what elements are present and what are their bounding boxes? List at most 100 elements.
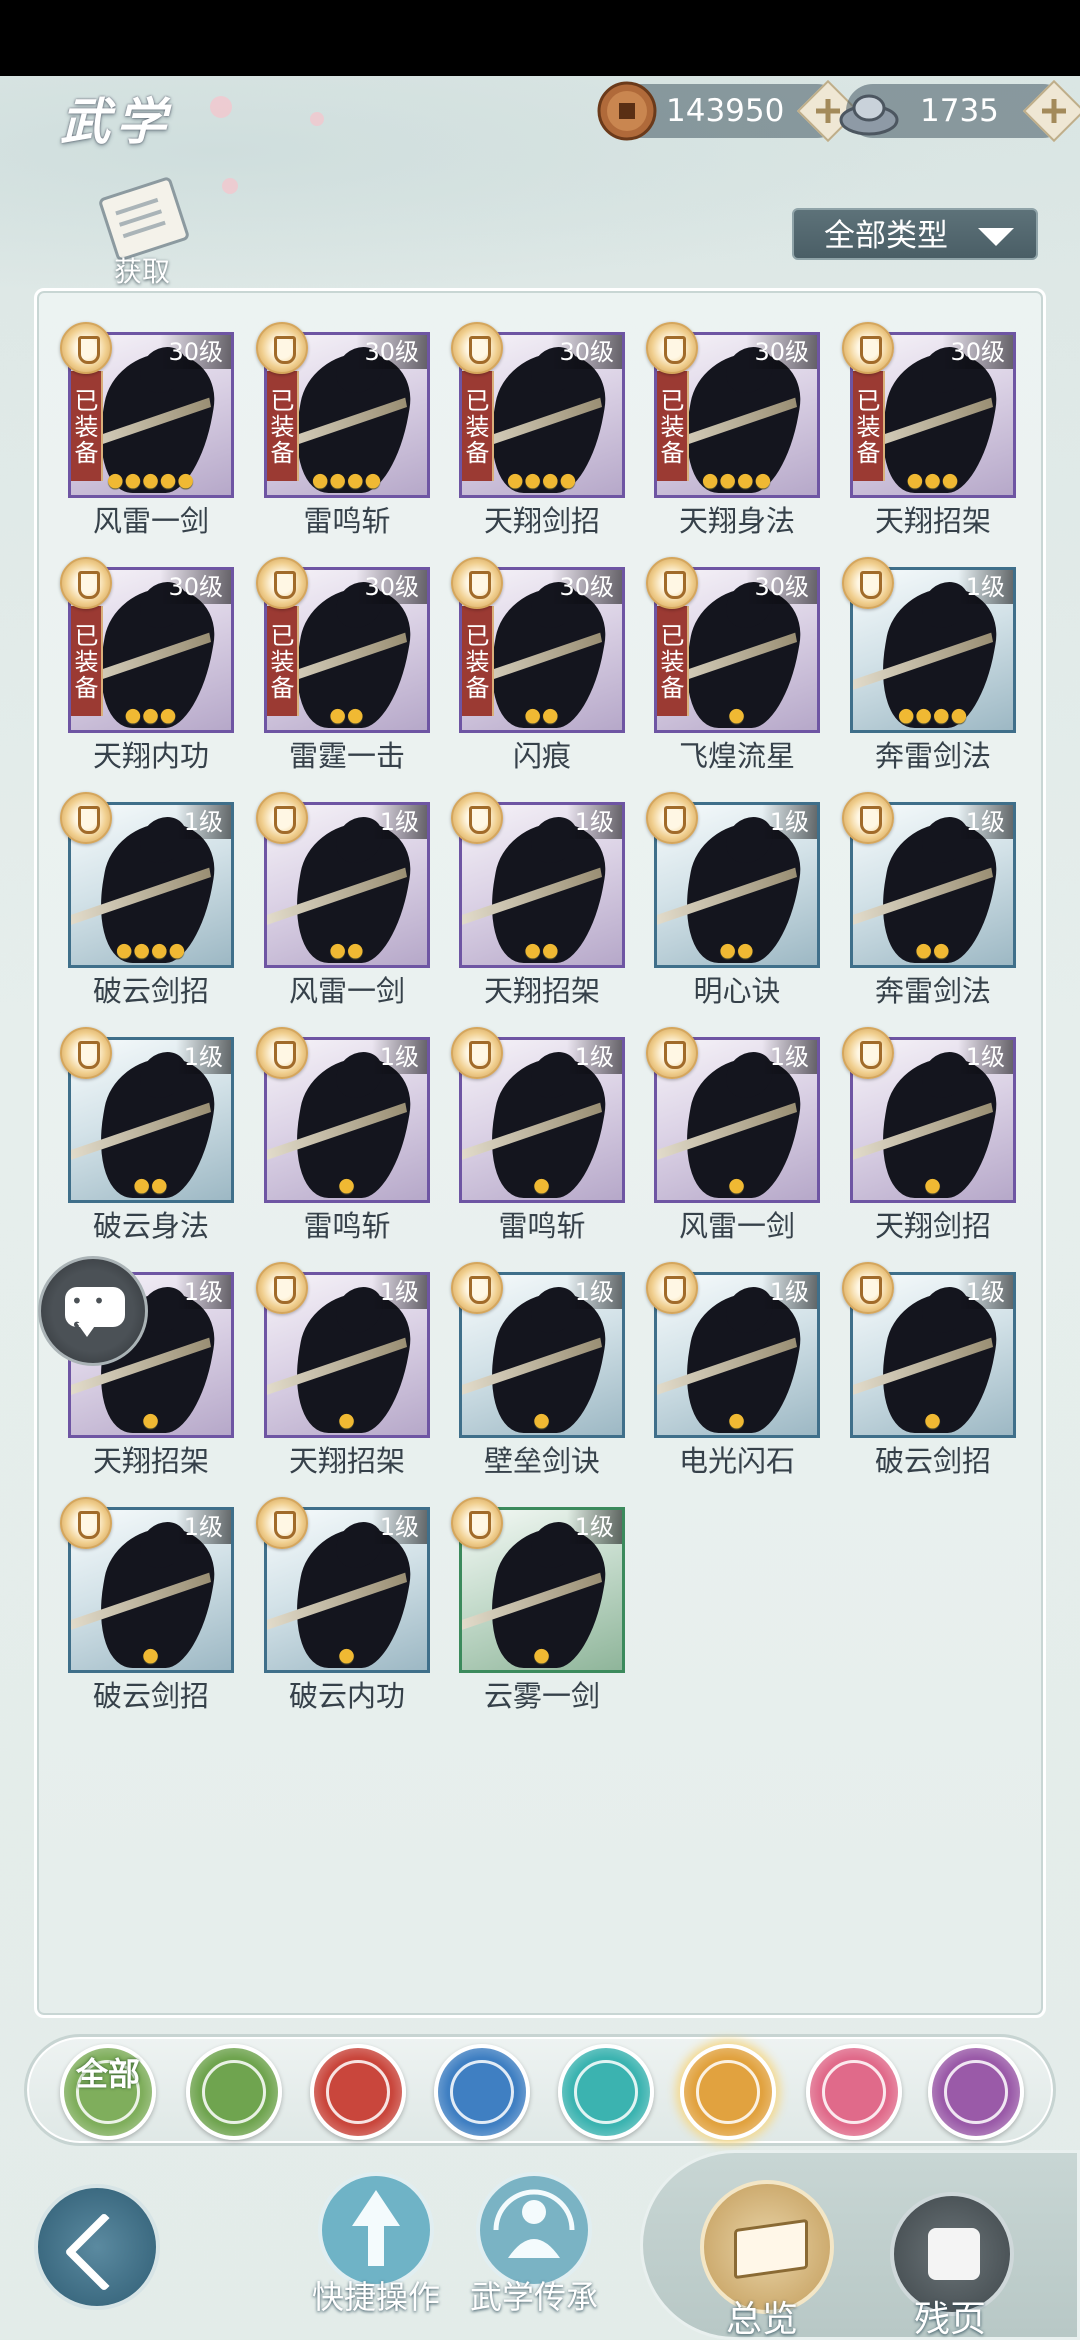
skill-item[interactable]: 30级 已装备 ●●●● 天翔身法 [646,322,820,538]
shield-badge-icon [451,1497,503,1549]
star-rating: ●●●● [506,469,578,491]
star-rating: ●● [329,939,365,961]
skill-level: 30级 [356,570,427,604]
skill-item[interactable]: 1级 ● 电光闪石 [646,1262,820,1478]
skill-name: 闪痕 [512,739,571,773]
skill-item[interactable]: 1级 ● 云雾一剑 [451,1497,625,1713]
type-filter-moon-icon[interactable] [806,2044,902,2140]
star-rating: ●●●● [115,939,187,961]
skill-item[interactable]: 1级 ● 风雷一剑 [646,1027,820,1243]
skill-item[interactable]: 1级 ● 雷鸣斩 [256,1027,430,1243]
skill-level: 1级 [175,1040,231,1074]
wave-icon [450,2060,514,2124]
copper-coin-icon [597,81,657,141]
skill-level: 1级 [566,1275,622,1309]
shield-badge-icon [60,557,112,609]
blossom-decoration [310,112,324,126]
skill-level: 1级 [761,1040,817,1074]
skill-item[interactable]: 1级 ●● 破云身法 [60,1027,234,1243]
skill-name: 天翔招架 [874,504,991,538]
skill-item[interactable]: 30级 已装备 ●● 闪痕 [451,557,625,773]
skill-name: 奔雷剑法 [874,739,991,773]
skill-item[interactable]: 1级 ● 破云剑招 [60,1497,234,1713]
skill-item[interactable]: 1级 ●●●● 破云剑招 [60,792,234,1008]
type-filter-butterfly-icon[interactable] [558,2044,654,2140]
skill-item[interactable]: 1级 ● 壁垒剑诀 [451,1262,625,1478]
skill-name: 破云内功 [288,1679,405,1713]
type-filter-wave-icon[interactable] [434,2044,530,2140]
back-button[interactable] [34,2184,160,2310]
skill-item[interactable]: 1级 ●●●● 奔雷剑法 [842,557,1016,773]
skill-item[interactable]: 30级 已装备 ●●●● 雷鸣斩 [256,322,430,538]
acquire-button[interactable]: 获取 [96,175,196,290]
shield-badge-icon [451,557,503,609]
star-rating: ● [924,1409,942,1431]
skill-item[interactable]: 1级 ● 天翔剑招 [842,1027,1016,1243]
coin-value: 143950 [666,93,785,129]
shield-badge-icon [256,322,308,374]
moon-icon [822,2060,886,2124]
skill-name: 天翔剑招 [874,1209,991,1243]
skill-item[interactable]: 1级 ● 破云内功 [256,1497,430,1713]
skill-level: 1级 [175,805,231,839]
skill-item[interactable]: 30级 已装备 ●●● 天翔招架 [842,322,1016,538]
star-rating: ● [338,1644,356,1666]
page-title: 武学 [60,92,172,151]
shield-badge-icon [256,557,308,609]
skill-item[interactable]: 30级 已装备 ● 飞煌流星 [646,557,820,773]
equipped-tag: 已装备 [657,371,689,481]
star-rating: ● [533,1409,551,1431]
skill-item[interactable]: 1级 ● 天翔招架 [256,1262,430,1478]
blossom-decoration [210,96,232,118]
equipped-tag: 已装备 [71,606,103,716]
shield-badge-icon [646,1262,698,1314]
shield-badge-icon [451,1027,503,1079]
equipped-tag: 已装备 [267,371,299,481]
shield-badge-icon [646,792,698,844]
skill-name: 破云身法 [92,1209,209,1243]
star-rating: ● [142,1409,160,1431]
skill-name: 云雾一剑 [483,1679,600,1713]
type-filter-all-icon[interactable]: 全部 [60,2044,156,2140]
skill-item[interactable]: 30级 已装备 ●●●●● 风雷一剑 [60,322,234,538]
skill-level: 30级 [551,335,622,369]
skill-level: 30级 [356,335,427,369]
type-filter-sword-icon[interactable] [186,2044,282,2140]
star-rating: ●●● [124,704,178,726]
skill-name: 飞煌流星 [678,739,795,773]
shield-icon [696,2060,760,2124]
shield-badge-icon [256,792,308,844]
type-filter-rose-icon[interactable] [928,2044,1024,2140]
skill-name: 奔雷剑法 [874,974,991,1008]
star-rating: ●● [719,939,755,961]
chevron-down-icon [978,228,1014,246]
skill-item[interactable]: 1级 ● 雷鸣斩 [451,1027,625,1243]
shield-badge-icon [842,322,894,374]
skill-level: 1级 [957,1040,1013,1074]
skill-name: 天翔剑招 [483,504,600,538]
star-rating: ●● [915,939,951,961]
skill-level: 1级 [957,805,1013,839]
skill-level: 30级 [551,570,622,604]
type-filter-flame-icon[interactable] [310,2044,406,2140]
sword-icon [202,2060,266,2124]
skill-item[interactable]: 30级 已装备 ●●● 天翔内功 [60,557,234,773]
skill-item[interactable]: 1级 ●● 奔雷剑法 [842,792,1016,1008]
type-filter-label: 全部 [75,2055,140,2093]
skill-level: 1级 [371,1040,427,1074]
skill-item[interactable]: 1级 ●● 风雷一剑 [256,792,430,1008]
skill-name: 雷鸣斩 [498,1209,586,1243]
skill-item[interactable]: 30级 已装备 ●● 雷霆一击 [256,557,430,773]
skill-item[interactable]: 1级 ●● 天翔招架 [451,792,625,1008]
skill-item[interactable]: 30级 已装备 ●●●● 天翔剑招 [451,322,625,538]
star-rating: ● [142,1644,160,1666]
type-filter-dropdown[interactable]: 全部类型 [792,208,1038,260]
status-bar [0,0,1080,76]
flame-icon [326,2060,390,2124]
skill-item[interactable]: 1级 ● 破云剑招 [842,1262,1016,1478]
skill-item[interactable]: 1级 ●● 明心诀 [646,792,820,1008]
chat-float-button[interactable] [38,1256,148,1366]
skill-level: 1级 [566,1040,622,1074]
type-filter-shield-icon[interactable] [680,2044,776,2140]
skill-name: 破云剑招 [874,1444,991,1478]
